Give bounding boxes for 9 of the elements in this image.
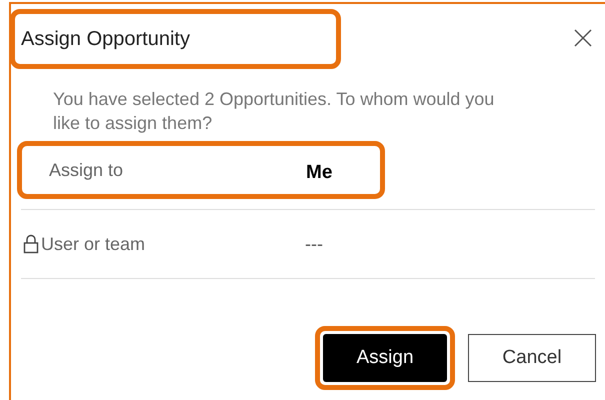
cancel-button[interactable]: Cancel [468,334,596,382]
assign-button[interactable]: Assign [323,334,447,382]
field-value[interactable]: --- [305,230,323,258]
dialog-message: You have selected 2 Opportunities. To whom would you like to assign them? [53,88,496,135]
field-label: Assign to [49,158,124,182]
dialog-title: Assign Opportunity [21,27,190,52]
field-label: User or team [41,232,146,256]
field-value[interactable]: Me [306,158,332,188]
lock-icon [23,234,39,254]
